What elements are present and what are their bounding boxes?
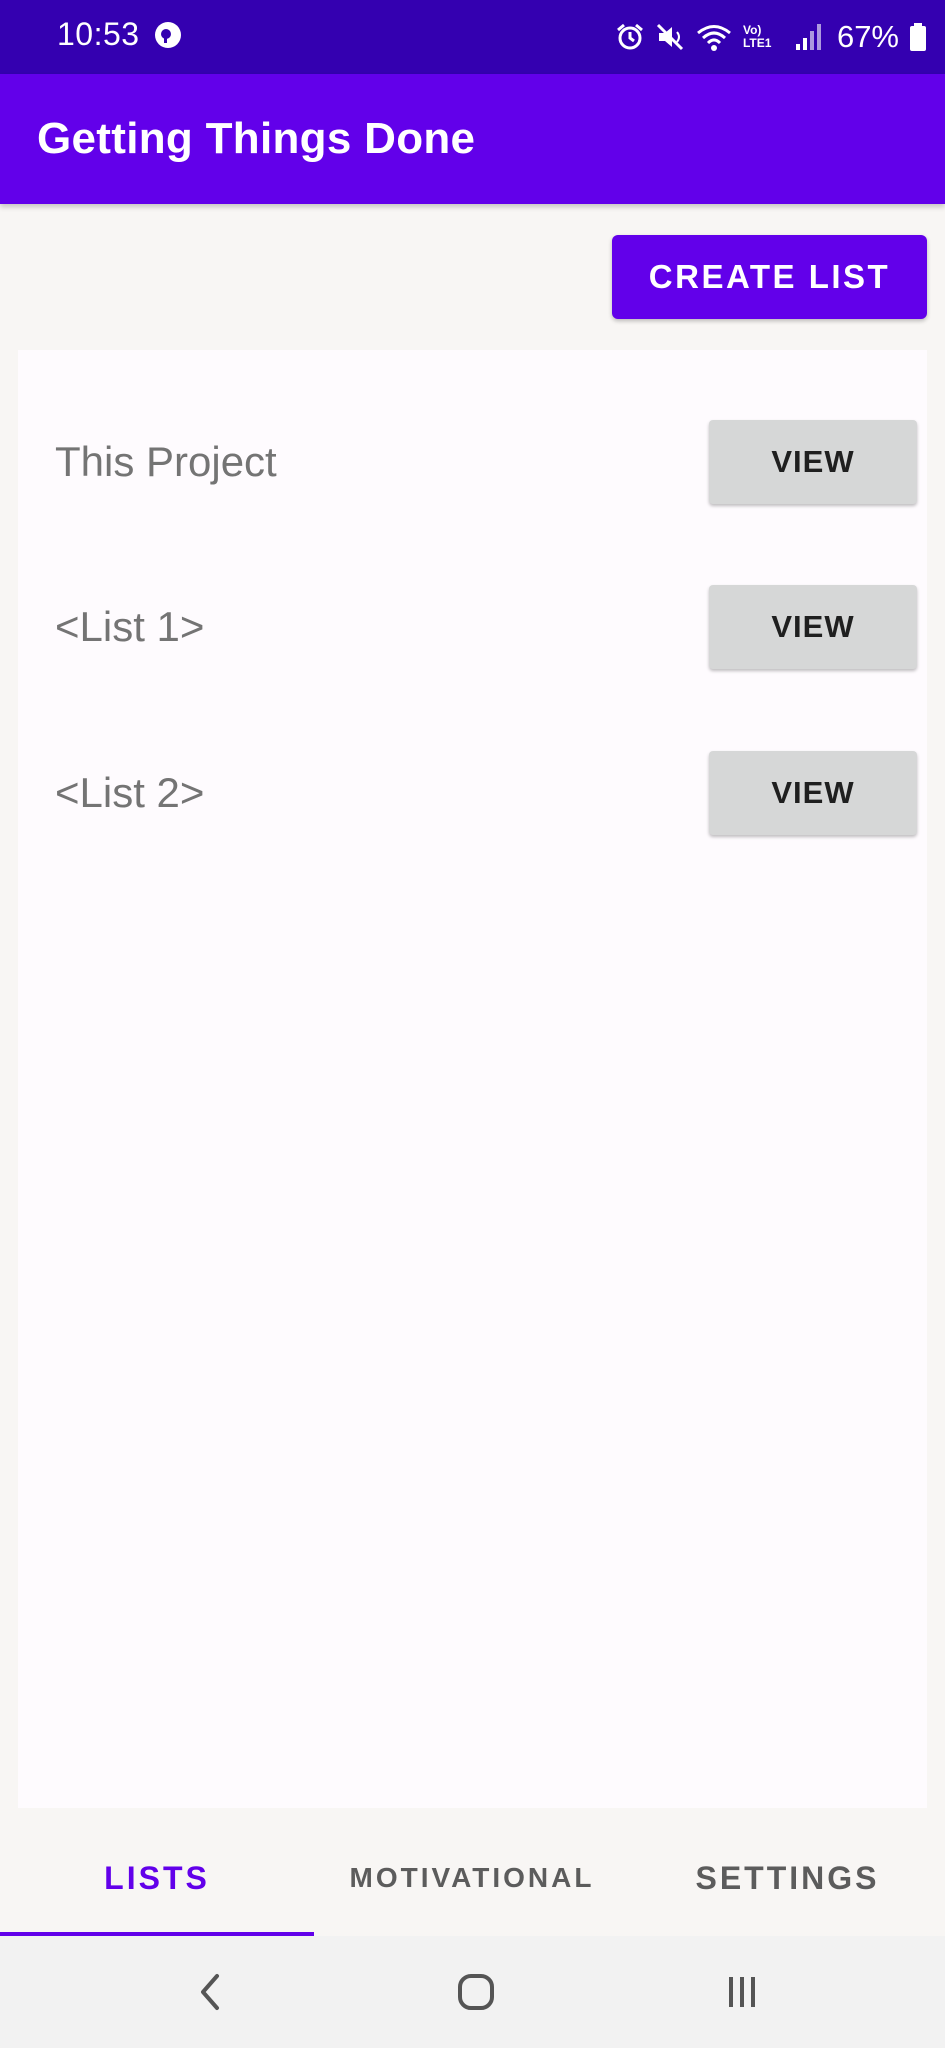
recents-button[interactable] bbox=[682, 1936, 802, 2048]
mute-icon bbox=[656, 23, 684, 51]
status-time: 10:53 bbox=[57, 16, 140, 52]
tab-bar: LISTS MOTIVATIONAL SETTINGS bbox=[0, 1820, 945, 1936]
home-button[interactable] bbox=[416, 1936, 536, 2048]
alarm-icon bbox=[616, 23, 643, 50]
tab-settings[interactable]: SETTINGS bbox=[630, 1820, 945, 1936]
list-item: This Project VIEW bbox=[18, 420, 927, 504]
system-nav-bar bbox=[0, 1936, 945, 2048]
tab-lists[interactable]: LISTS bbox=[0, 1820, 314, 1936]
app-bar: Getting Things Done bbox=[0, 74, 945, 204]
recents-icon bbox=[729, 1977, 755, 2007]
status-bar: 10:53 Vo) LTE1 67% bbox=[0, 0, 945, 74]
view-list-button[interactable]: VIEW bbox=[709, 585, 917, 669]
battery-percent: 67% bbox=[836, 19, 899, 54]
signal-icon bbox=[795, 24, 821, 50]
notification-app-icon bbox=[155, 22, 181, 48]
tab-motivational[interactable]: MOTIVATIONAL bbox=[314, 1820, 630, 1936]
list-item: <List 2> VIEW bbox=[18, 751, 927, 835]
lists-card: This Project VIEW <List 1> VIEW <List 2>… bbox=[18, 350, 927, 1808]
home-icon bbox=[458, 1974, 494, 2010]
create-list-button[interactable]: CREATE LIST bbox=[612, 235, 927, 319]
wifi-icon bbox=[697, 25, 731, 51]
app-title: Getting Things Done bbox=[37, 114, 476, 163]
list-name: <List 2> bbox=[55, 769, 205, 816]
battery-icon bbox=[910, 23, 926, 51]
view-list-button[interactable]: VIEW bbox=[709, 420, 917, 504]
list-name: This Project bbox=[55, 438, 277, 485]
back-icon bbox=[201, 1974, 219, 2010]
status-icons: Vo) LTE1 67% bbox=[615, 14, 927, 60]
back-button[interactable] bbox=[150, 1936, 270, 2048]
list-name: <List 1> bbox=[55, 603, 205, 650]
list-item: <List 1> VIEW bbox=[18, 585, 927, 669]
network-type-label: Vo) LTE1 bbox=[742, 23, 772, 50]
view-list-button[interactable]: VIEW bbox=[709, 751, 917, 835]
